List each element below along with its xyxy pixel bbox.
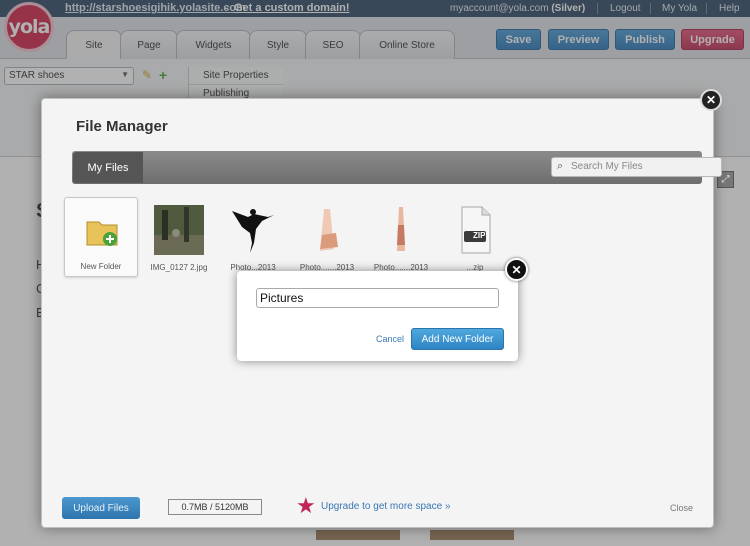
- search-placeholder: Search My Files: [571, 161, 643, 172]
- file-item[interactable]: Photo.......2013: [290, 197, 364, 277]
- file-item[interactable]: Photo...2013: [216, 197, 290, 277]
- tab-my-files[interactable]: My Files: [73, 152, 143, 183]
- folder-add-icon: [86, 221, 118, 246]
- add-new-folder-button[interactable]: Add New Folder: [411, 328, 504, 350]
- image-thumbnail: [154, 205, 204, 255]
- dialog-title: File Manager: [76, 118, 168, 135]
- star-icon: ★: [296, 493, 316, 518]
- cancel-link[interactable]: Cancel: [376, 334, 404, 344]
- new-folder-tile[interactable]: New Folder: [64, 197, 138, 277]
- storage-usage: 0.7MB / 5120MB: [168, 499, 262, 515]
- shoe-thumbnail: [397, 207, 405, 251]
- upload-files-button[interactable]: Upload Files: [62, 497, 140, 519]
- file-name: IMG_0127 2.jpg: [150, 263, 208, 272]
- file-item[interactable]: ZIP ...zip: [438, 197, 512, 277]
- close-icon[interactable]: ✕: [505, 258, 528, 281]
- file-name: New Folder: [80, 262, 122, 271]
- upgrade-space-link[interactable]: Upgrade to get more space »: [321, 501, 451, 512]
- zip-file-icon: [461, 206, 491, 254]
- folder-name-input[interactable]: [256, 288, 499, 308]
- shoe-thumbnail: [320, 209, 338, 251]
- search-input[interactable]: ⌕ Search My Files: [551, 157, 722, 177]
- dancer-thumbnail: [232, 209, 274, 253]
- search-icon: ⌕: [557, 160, 564, 172]
- close-link[interactable]: Close: [670, 503, 693, 513]
- file-item[interactable]: IMG_0127 2.jpg: [142, 197, 216, 277]
- file-manager-footer: Upload Files 0.7MB / 5120MB ★ Upgrade to…: [42, 491, 713, 527]
- file-item[interactable]: Photo.......2013: [364, 197, 438, 277]
- zip-label: ZIP: [473, 231, 486, 240]
- file-manager-toolbar: My Files ⌕ Search My Files: [72, 151, 722, 184]
- close-icon[interactable]: ✕: [700, 89, 722, 111]
- new-folder-dialog: ✕ Cancel Add New Folder: [237, 258, 528, 361]
